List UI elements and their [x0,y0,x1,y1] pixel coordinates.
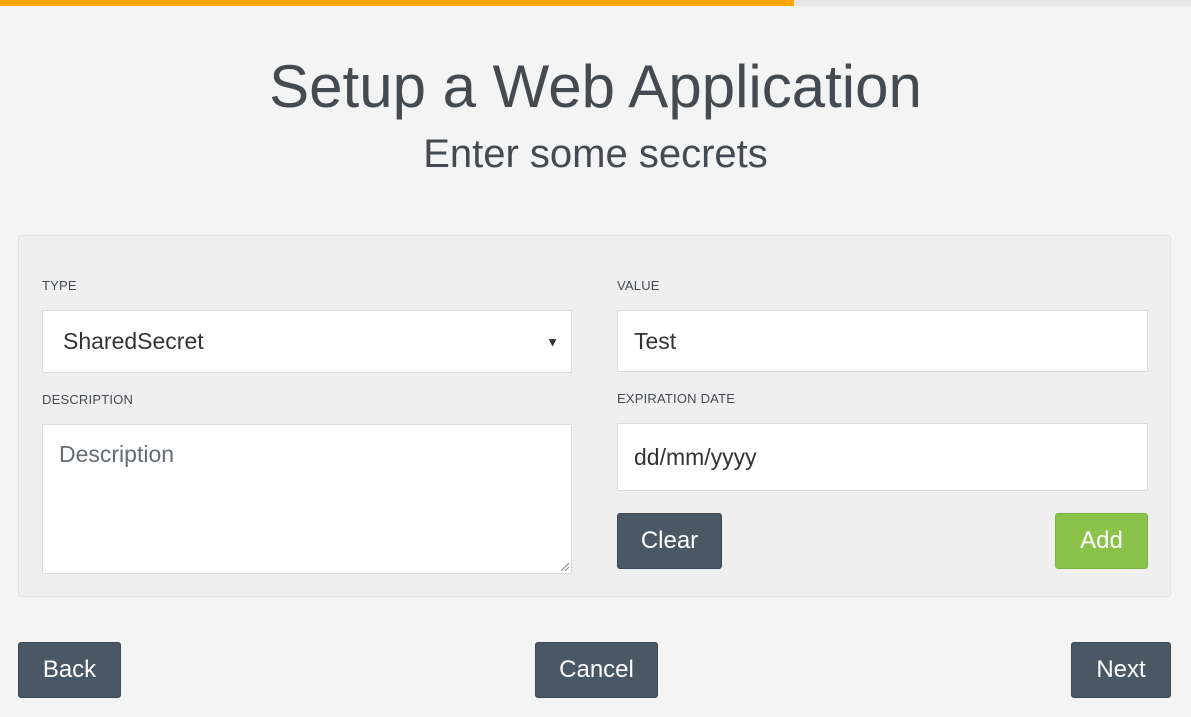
chevron-down-icon: ▼ [546,334,559,349]
page-subtitle: Enter some secrets [423,132,768,176]
expiration-date-label: EXPIRATION DATE [617,391,736,406]
clear-button[interactable]: Clear [617,513,722,569]
cancel-button[interactable]: Cancel [535,642,658,698]
secret-form-panel: TYPE SharedSecret ▼ VALUE Test DESCRIPTI… [18,235,1171,597]
type-select[interactable]: SharedSecret ▼ [42,310,572,373]
description-placeholder: Description [59,441,175,467]
description-label: DESCRIPTION [42,392,134,407]
expiration-date-input[interactable]: dd/mm/yyyy [617,423,1148,491]
value-label: VALUE [617,278,660,293]
next-button[interactable]: Next [1071,642,1171,698]
page-title: Setup a Web Application [269,53,922,120]
add-button[interactable]: Add [1055,513,1148,569]
type-label: TYPE [42,278,77,293]
type-select-value: SharedSecret [63,328,204,354]
expiration-date-placeholder: dd/mm/yyyy [634,443,757,470]
progress-bar [0,0,1191,6]
description-textarea[interactable]: Description [42,424,572,574]
resize-grip-icon[interactable] [559,561,569,571]
value-input-text: Test [634,327,677,354]
progress-bar-fill [0,0,795,6]
back-button[interactable]: Back [18,642,121,698]
value-input[interactable]: Test [617,310,1148,372]
